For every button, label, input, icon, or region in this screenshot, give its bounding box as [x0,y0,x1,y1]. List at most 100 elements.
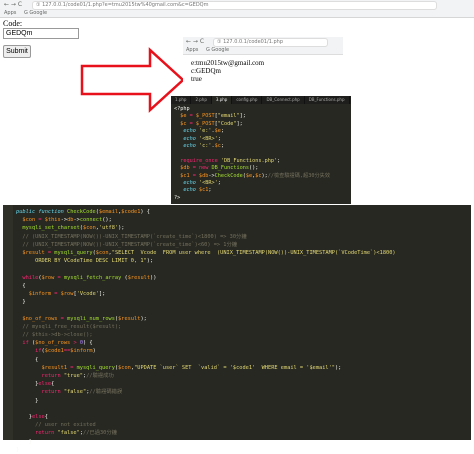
code-token: mysqli_num_rows [67,315,115,322]
code-line: ORDER BY VCodeTime DESC LIMIT 0, 1"); [16,257,396,265]
code-line: // mysqli_free_result($result); [16,323,396,331]
code-token: while [22,274,39,281]
bookmark-apps[interactable]: Apps [4,10,16,16]
code-token: { [51,381,55,388]
code-token: $db [199,172,209,179]
bookmark-google[interactable]: G Google [24,10,47,16]
code-token: "true" [63,373,83,380]
result-address-bar[interactable]: ① 127.0.0.1/code01/1.php [213,38,328,47]
code-token: DB_Functions [211,165,249,172]
code-line: echo 'e:'.$e; [174,128,330,135]
editor-tab[interactable]: DB_Functions.php [305,96,350,104]
browser-toolbar: ← → C ① 127.0.0.1/code01/1.php?e=tmu2015… [0,0,474,18]
code-token: $con [83,225,96,232]
code-token: = [57,315,68,322]
code-token: else [31,414,45,421]
code-line: return "false";//已過30分鐘 [16,429,396,437]
code-token: $con [95,250,109,257]
code-line: $result = mysqli_query($con,"SELECT Vcod… [16,249,396,257]
code-token: $no_of_rows [22,315,58,322]
address-bar[interactable]: ① 127.0.0.1/code01/1.php?e=tmu2015tw%40g… [32,1,437,10]
php-editor-large: public function CheckCode($email,$code1)… [3,205,471,453]
code-label: Code: [3,19,23,28]
code-token: ) { [140,209,150,215]
code-token: // $this->db->close(); [16,332,93,339]
code-token: // (UNIX_TIMESTAMP(NOW())-UNIX_TIMESTAMP… [16,233,247,240]
result-bookmarks-bar: Apps G Google [186,47,235,53]
code-token: ORDER BY VCodeTime DESC LIMIT 0, 1" [16,258,147,265]
result-browser-toolbar: ← → C ① 127.0.0.1/code01/1.php Apps G Go… [183,37,343,55]
code-token: $inform [28,291,52,298]
result-browser-window: ← → C ① 127.0.0.1/code01/1.php Apps G Go… [183,37,343,95]
code-token: $row [60,291,74,298]
result-browser-nav-buttons[interactable]: ← → C [186,38,204,45]
code-token: ); [146,258,154,265]
code-token: = [186,113,196,120]
browser-nav-buttons[interactable]: ← → C [4,1,22,8]
editor-tab[interactable]: 2.php [191,96,212,104]
code-token: mysqli_query [76,364,115,371]
editor-tab[interactable]: DB_Connect.php [262,96,305,104]
code-token: connect [79,217,103,224]
code-token: )) [150,274,157,281]
code-line: mysqli_set_charset($con,'utf8'); [16,224,396,232]
code-token: "SELECT Vcode FROM user where (UNIX_TIME… [111,250,396,257]
result-bookmark-google[interactable]: G Google [206,47,229,53]
code-line: $inform = $row['Vcode']; [16,290,396,298]
result-bookmark-apps[interactable]: Apps [186,47,198,53]
code-line: if ($no_of_rows > 0) { [16,339,396,347]
code-token: echo [183,187,196,194]
code-token: $result [118,315,141,322]
output-line-code: c:GEDQm [191,67,221,75]
code-token: "Code" [217,120,237,127]
code-line: } [16,298,396,306]
code-token: echo [183,143,196,150]
code-token: (); [248,165,259,172]
code-token: "email" [217,113,240,120]
editor-tab[interactable]: config.php [232,96,263,104]
code-token: return [35,430,55,437]
code-token: ]; [239,113,246,120]
code-input[interactable]: GEDQm [3,28,79,39]
code-token: mysqli_query [54,250,93,257]
code-token: = [186,120,196,127]
code-token: // mysqli_free_result($result); [16,323,122,330]
editor-tab[interactable]: 1.php [171,96,192,104]
code-token: ; [277,157,281,164]
code-line: ?> [174,195,330,202]
code-line: }else{ [16,380,396,388]
code-token: //驗證成功 [86,373,114,380]
code-token: $code1 [44,348,64,355]
code-token: $result1 [41,364,68,371]
code-token: 'Vcode' [76,291,99,298]
code-token: ; [217,180,221,187]
code-token: $row [41,274,55,281]
submit-button[interactable]: Submit [3,45,31,58]
code-token: { [16,356,39,363]
code-line: $no_of_rows = mysqli_num_rows($result); [16,315,396,323]
code-token: ]; [236,120,243,127]
code-token: } [16,414,32,421]
code-line: // user not existed [16,421,396,429]
code-token: } [16,381,39,388]
code-token: $inform [70,348,93,355]
code-token: public [16,209,39,215]
code-token: (); [102,217,112,224]
code-token: = [44,250,55,257]
code-token: ); [118,225,125,232]
code-line: } [16,446,396,454]
code-token: //檢查驗證碼,超30分失效 [267,172,331,179]
code-token: $con [118,364,131,371]
code-token: echo [183,128,196,135]
code-token: "UPDATE `user` SET `valid` = '$code1' WH… [134,364,335,371]
code-token: $con [22,217,36,224]
editor-tab[interactable]: 3.php [211,96,233,104]
